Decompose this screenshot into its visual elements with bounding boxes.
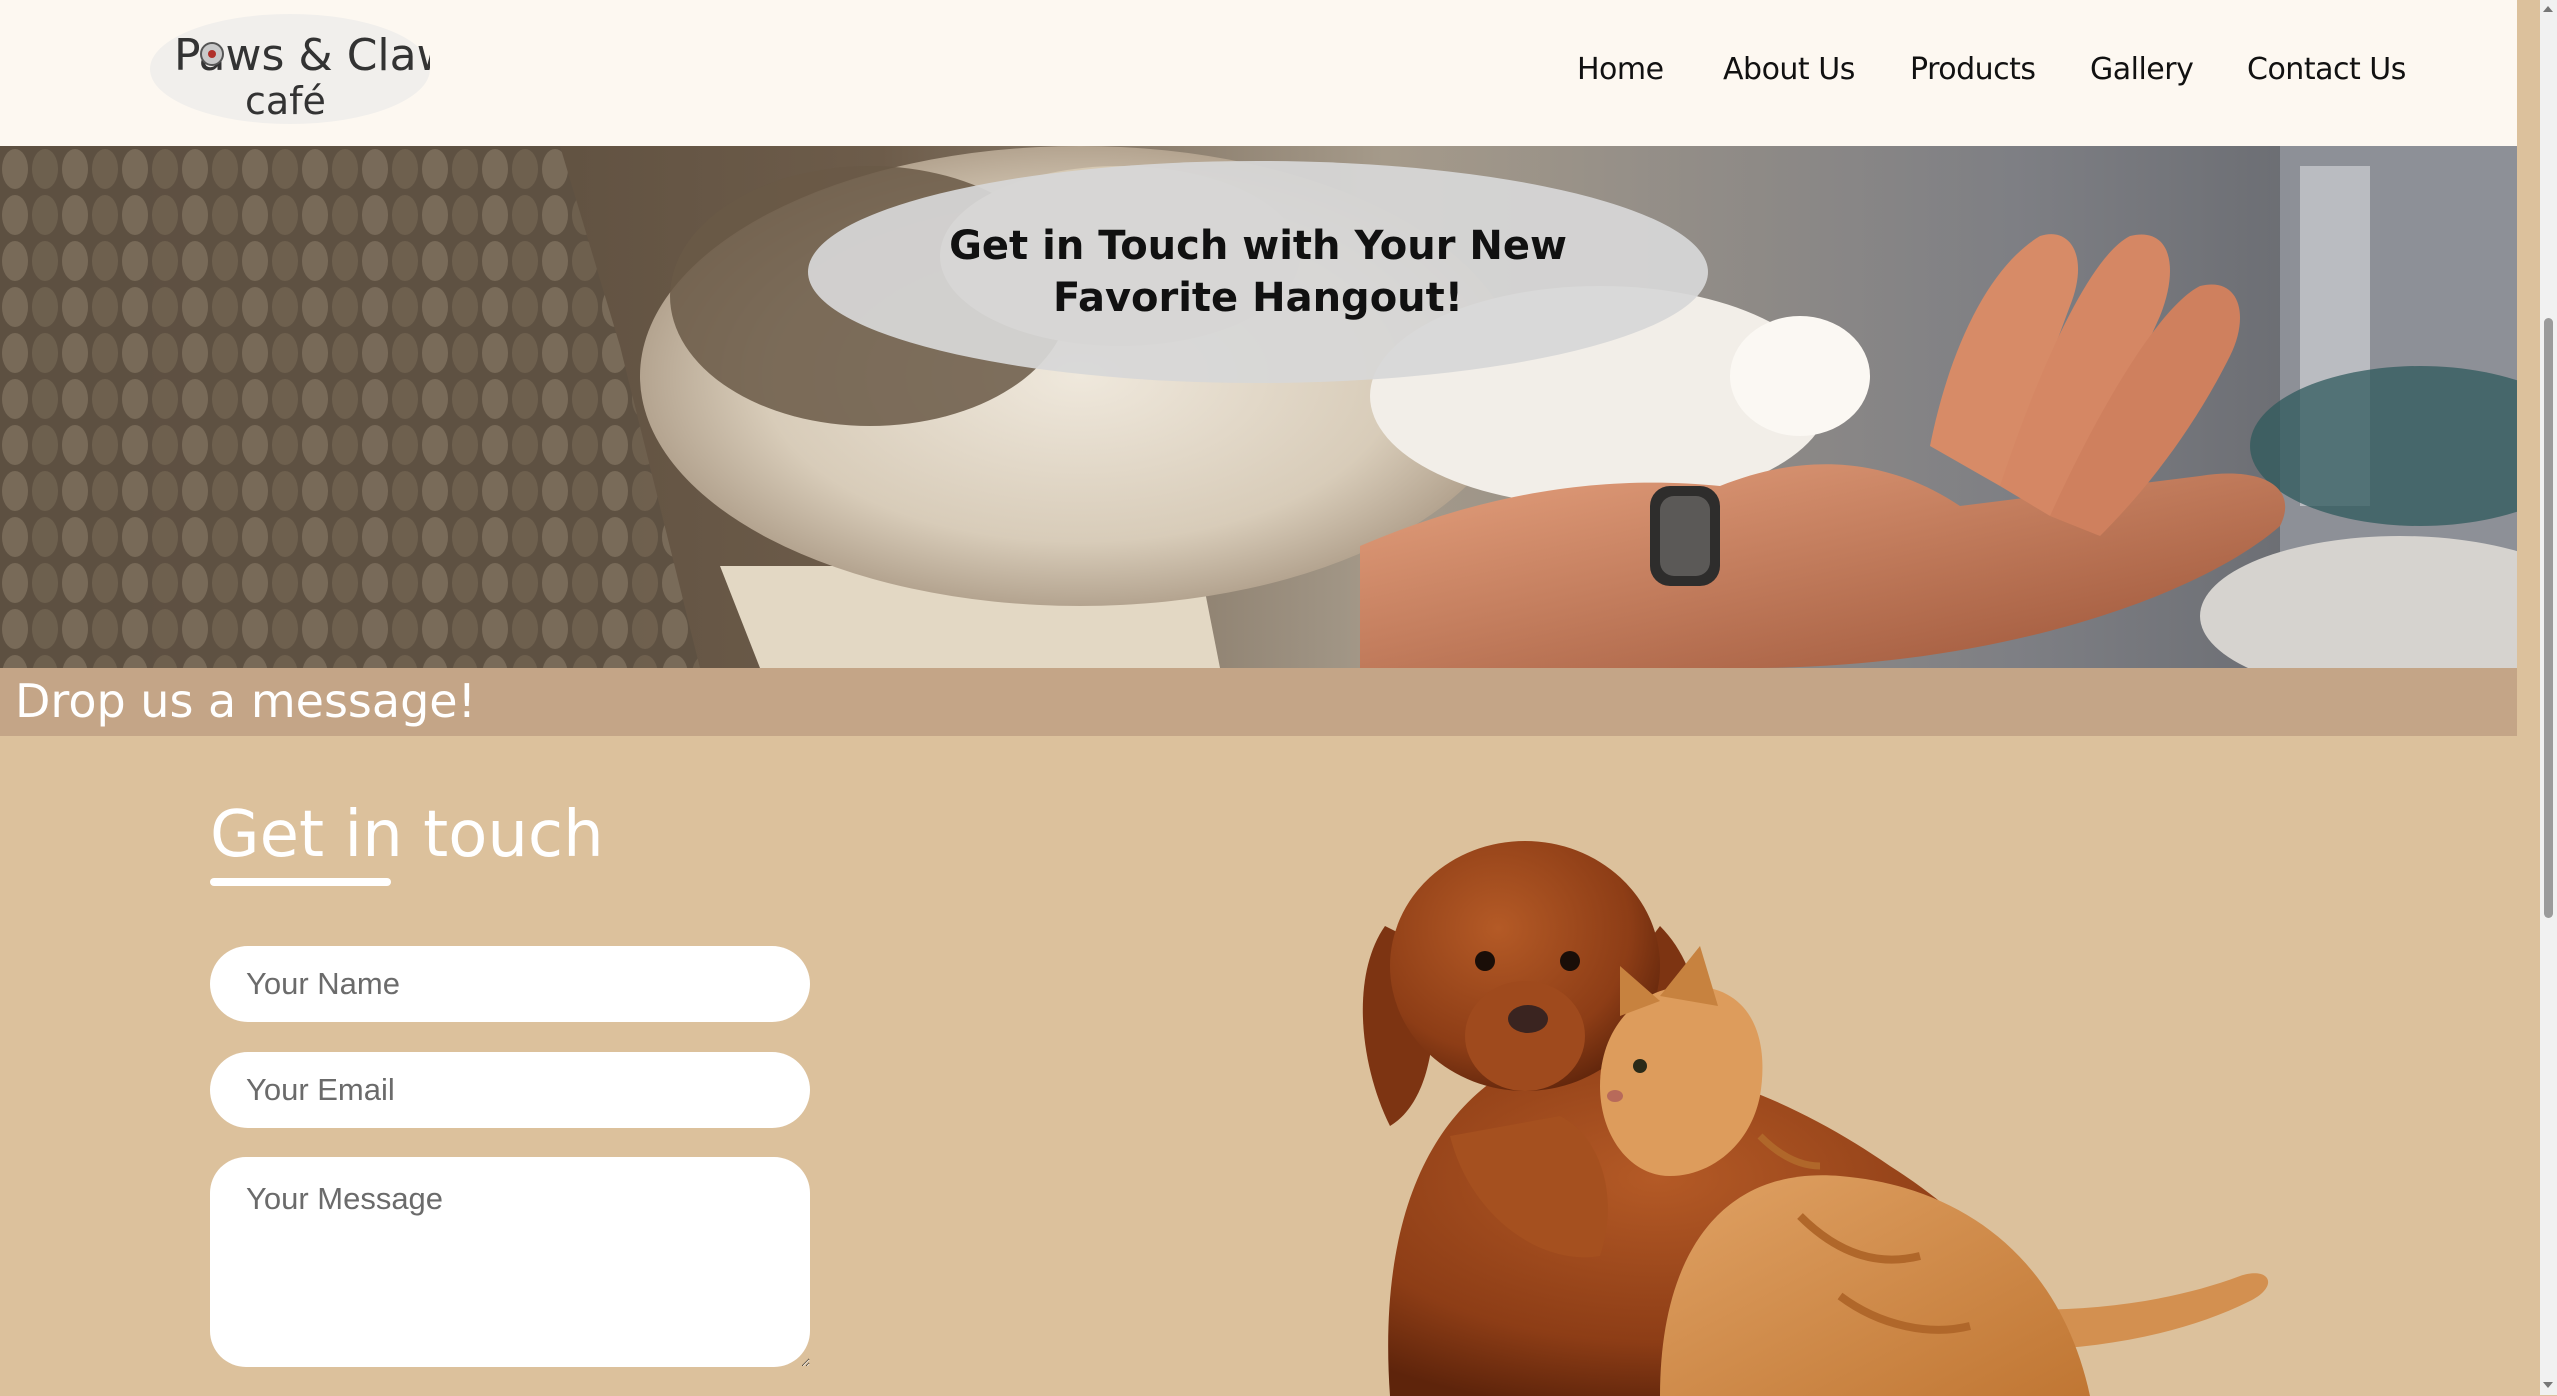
- scroll-thumb[interactable]: [2544, 318, 2553, 918]
- name-input[interactable]: [210, 946, 810, 1022]
- contact-section: Get in touch: [0, 736, 2517, 1396]
- nav-about-us[interactable]: About Us: [1723, 52, 1855, 87]
- hero-section: Get in Touch with Your New Favorite Hang…: [0, 146, 2517, 668]
- scroll-up-icon[interactable]: [2543, 6, 2553, 12]
- message-textarea[interactable]: [210, 1157, 810, 1367]
- hero-tagline-bubble: Get in Touch with Your New Favorite Hang…: [808, 161, 1708, 383]
- nav-home[interactable]: Home: [1577, 52, 1664, 87]
- contact-heading: Get in touch: [210, 798, 604, 872]
- nav-contact-us[interactable]: Contact Us: [2247, 52, 2406, 87]
- page-scrollbar[interactable]: [2540, 0, 2557, 1395]
- dog-and-cat-image: [1362, 841, 2269, 1396]
- message-banner: Drop us a message!: [0, 668, 2517, 736]
- logo-subtext: café: [245, 79, 326, 123]
- banner-text: Drop us a message!: [15, 674, 477, 728]
- hero-tagline: Get in Touch with Your New Favorite Hang…: [949, 223, 1567, 321]
- site-header: Paws & Claws café Home About Us Products…: [0, 0, 2517, 146]
- nav-gallery[interactable]: Gallery: [2090, 52, 2194, 87]
- logo-graphic: Paws & Claws café: [174, 30, 430, 123]
- cafe-logo[interactable]: Paws & Claws café: [150, 14, 430, 124]
- heading-underline: [210, 878, 391, 886]
- email-input[interactable]: [210, 1052, 810, 1128]
- scroll-down-icon[interactable]: [2543, 1382, 2553, 1388]
- nav-products[interactable]: Products: [1910, 52, 2036, 87]
